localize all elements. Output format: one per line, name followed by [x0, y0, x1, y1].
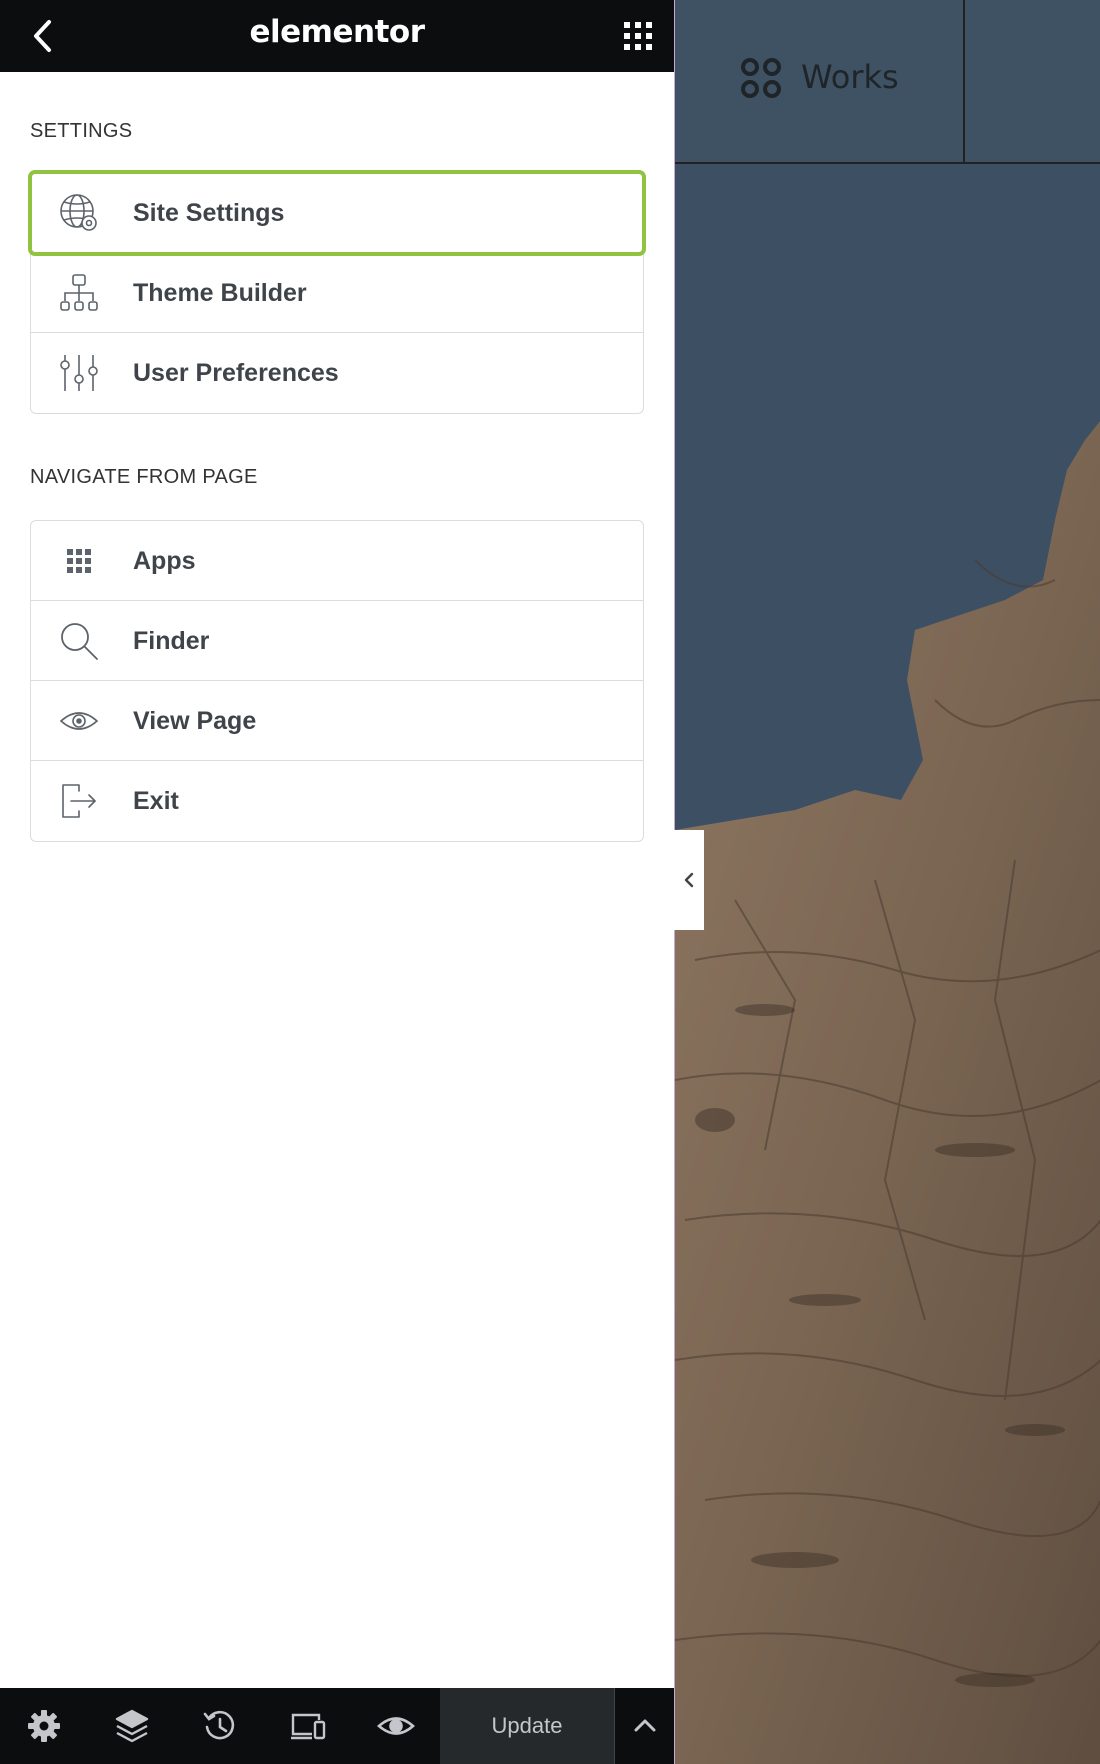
panel-collapse-toggle[interactable]	[674, 830, 704, 930]
preview-eye-icon	[377, 1717, 415, 1735]
nav-link-works[interactable]: Works	[801, 58, 899, 96]
footer-settings-button[interactable]	[24, 1706, 64, 1746]
settings-icon	[28, 1710, 60, 1742]
footer-layers-button[interactable]	[112, 1706, 152, 1746]
menu-item-site-settings[interactable]: Site Settings	[28, 170, 646, 256]
menu-item-exit[interactable]: Exit	[31, 761, 643, 841]
layers-icon	[115, 1709, 149, 1743]
menu-item-finder[interactable]: Finder	[31, 601, 643, 681]
eye-icon	[59, 712, 99, 730]
page-preview: Works	[674, 0, 1100, 1764]
settings-section-title: SETTINGS	[30, 120, 133, 142]
settings-menu: Site Settings Theme Builder User Prefere…	[28, 170, 646, 414]
globe-gear-icon	[60, 194, 97, 231]
preview-nav-bar: Works	[675, 0, 1100, 164]
search-icon	[61, 623, 98, 660]
panel-header: elementor	[0, 0, 674, 72]
footer-responsive-button[interactable]	[288, 1706, 328, 1746]
chevron-left-icon	[684, 872, 694, 888]
menu-item-apps[interactable]: Apps	[31, 521, 643, 601]
sliders-icon	[60, 355, 98, 391]
menu-item-label: View Page	[133, 707, 257, 735]
responsive-icon	[291, 1713, 326, 1740]
chevron-up-icon	[634, 1719, 656, 1732]
brand-logo: elementor	[249, 14, 425, 50]
footer-history-button[interactable]	[200, 1706, 240, 1746]
menu-item-label: Site Settings	[133, 199, 285, 227]
navigate-menu: Apps Finder View Page Exit	[30, 520, 644, 842]
grid-icon	[624, 22, 652, 50]
apps-menu-button[interactable]	[616, 14, 660, 58]
save-options-button[interactable]	[614, 1688, 674, 1764]
menu-item-label: Finder	[133, 627, 210, 655]
menu-item-theme-builder[interactable]: Theme Builder	[31, 253, 643, 333]
menu-item-view-page[interactable]: View Page	[31, 681, 643, 761]
grid-icon	[67, 549, 91, 573]
sitemap-icon	[60, 274, 98, 311]
panel-footer: Update	[0, 1688, 674, 1764]
menu-item-label: Exit	[133, 787, 179, 815]
exit-icon	[62, 784, 96, 818]
history-icon	[203, 1710, 235, 1740]
four-circles-icon	[741, 58, 781, 98]
rock-cliff-image	[675, 421, 1100, 1764]
nav-divider	[963, 0, 965, 164]
menu-item-label: User Preferences	[133, 359, 339, 387]
menu-item-user-preferences[interactable]: User Preferences	[31, 333, 643, 413]
navigate-section-title: NAVIGATE FROM PAGE	[30, 466, 258, 488]
editor-panel: elementor SETTINGS Site Settings Theme B…	[0, 0, 674, 1764]
footer-preview-button[interactable]	[376, 1706, 416, 1746]
menu-item-label: Theme Builder	[133, 279, 307, 307]
menu-item-label: Apps	[133, 547, 196, 575]
update-button[interactable]: Update	[440, 1688, 614, 1764]
